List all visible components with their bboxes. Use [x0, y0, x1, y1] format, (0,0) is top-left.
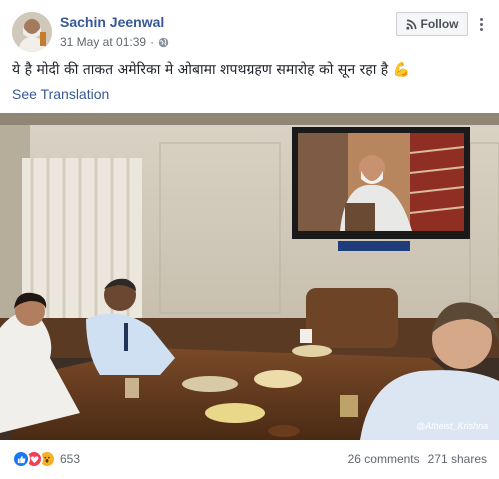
post-photo-image: @Atheist_Krishna [0, 113, 499, 440]
see-translation-link[interactable]: See Translation [12, 86, 109, 102]
flexed-biceps-emoji: 💪 [392, 62, 411, 78]
engagement-counts: 26 comments 271 shares [348, 452, 487, 466]
shares-count[interactable]: 271 shares [428, 452, 487, 466]
post-timestamp[interactable]: 31 May at 01:39 [60, 35, 146, 49]
follow-label: Follow [420, 17, 459, 31]
comments-count[interactable]: 26 comments [348, 452, 420, 466]
post-meta: 31 May at 01:39 · [60, 35, 169, 49]
post-text-body: ये है मोदी की ताकत अमेरिका मे ओबामा शपथग… [12, 62, 389, 78]
reaction-count: 653 [60, 452, 81, 466]
more-options-icon[interactable] [474, 14, 488, 34]
author-name[interactable]: Sachin Jeenwal [60, 14, 164, 30]
globe-icon[interactable] [158, 37, 169, 48]
rss-icon [405, 19, 416, 30]
avatar[interactable] [12, 12, 52, 52]
like-reaction-icon [12, 450, 30, 468]
meta-separator: · [150, 35, 155, 49]
facebook-post: Sachin Jeenwal 31 May at 01:39 · Follow … [0, 0, 499, 479]
follow-button[interactable]: Follow [396, 12, 468, 36]
photo-watermark: @Atheist_Krishna [416, 421, 488, 431]
reactions-summary[interactable]: 653 [12, 450, 80, 468]
avatar-image [12, 12, 52, 52]
post-text: ये है मोदी की ताकत अमेरिका मे ओबामा शपथग… [12, 60, 410, 79]
post-footer: 653 26 comments 271 shares [0, 440, 499, 479]
post-photo[interactable]: @Atheist_Krishna [0, 113, 499, 440]
